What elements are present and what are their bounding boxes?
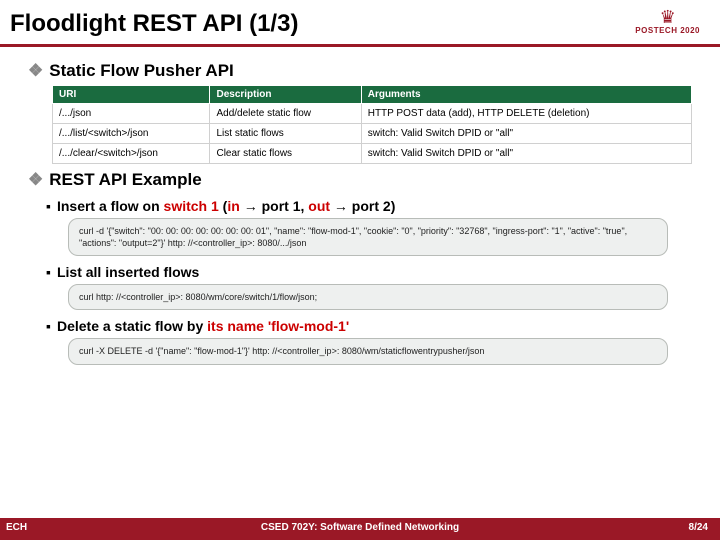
section1-heading: ❖ Static Flow Pusher API [28, 61, 700, 81]
t-red: its name 'flow-mod-1' [207, 318, 349, 334]
code-insert: curl -d '{"switch": "00: 00: 00: 00: 00:… [68, 218, 668, 256]
table-row: /.../list/<switch>/json List static flow… [53, 124, 692, 144]
cell: Add/delete static flow [210, 104, 361, 124]
section2-heading: ❖ REST API Example [28, 170, 700, 190]
bullet-list-flows: ▪ List all inserted flows [46, 264, 700, 280]
cell: switch: Valid Switch DPID or "all" [361, 124, 691, 144]
footer-center: CSED 702Y: Software Defined Networking [0, 522, 720, 533]
cell: switch: Valid Switch DPID or "all" [361, 144, 691, 164]
cell: HTTP POST data (add), HTTP DELETE (delet… [361, 104, 691, 124]
bullet-delete-flow: ▪ Delete a static flow by its name 'flow-… [46, 318, 700, 334]
cell: List static flows [210, 124, 361, 144]
logo-year: 2020 [680, 26, 700, 35]
section2-heading-text: REST API Example [49, 170, 201, 189]
t-red: in [227, 198, 239, 214]
diamond-icon: ❖ [28, 61, 43, 80]
square-icon: ▪ [46, 264, 51, 280]
th-desc: Description [210, 86, 361, 104]
table-row: /.../json Add/delete static flow HTTP PO… [53, 104, 692, 124]
crest-icon: ♛ [635, 8, 700, 26]
cell: /.../list/<switch>/json [53, 124, 210, 144]
t: List all inserted flows [57, 264, 199, 280]
footer: ECH CSED 702Y: Software Defined Networki… [0, 518, 720, 540]
square-icon: ▪ [46, 198, 51, 214]
section1-heading-text: Static Flow Pusher API [49, 61, 234, 80]
square-icon: ▪ [46, 318, 51, 334]
content: ❖ Static Flow Pusher API URI Description … [0, 47, 720, 365]
th-uri: URI [53, 86, 210, 104]
t-red: switch 1 [164, 198, 219, 214]
cell: Clear static flows [210, 144, 361, 164]
logo: ♛ POSTECH 2020 [635, 8, 700, 35]
bullet-insert-flow: ▪Insert a flow on switch 1 (in → port 1,… [46, 198, 700, 214]
diamond-icon: ❖ [28, 170, 43, 189]
th-args: Arguments [361, 86, 691, 104]
footer-right: 8/24 [689, 522, 708, 533]
table-row: /.../clear/<switch>/json Clear static fl… [53, 144, 692, 164]
slide: Floodlight REST API (1/3) ♛ POSTECH 2020… [0, 0, 720, 540]
code-delete: curl -X DELETE -d '{"name": "flow-mod-1"… [68, 338, 668, 364]
slide-title: Floodlight REST API (1/3) [0, 0, 720, 44]
cell: /.../clear/<switch>/json [53, 144, 210, 164]
t: → port 2) [330, 198, 395, 214]
logo-name: POSTECH [635, 26, 677, 35]
t-red: out [308, 198, 330, 214]
code-list: curl http: //<controller_ip>: 8080/wm/co… [68, 284, 668, 310]
table-header-row: URI Description Arguments [53, 86, 692, 104]
t: Insert a flow on [57, 198, 164, 214]
t: → port 1, [240, 198, 308, 214]
t: Delete a static flow by [57, 318, 207, 334]
api-table: URI Description Arguments /.../json Add/… [52, 85, 692, 164]
cell: /.../json [53, 104, 210, 124]
